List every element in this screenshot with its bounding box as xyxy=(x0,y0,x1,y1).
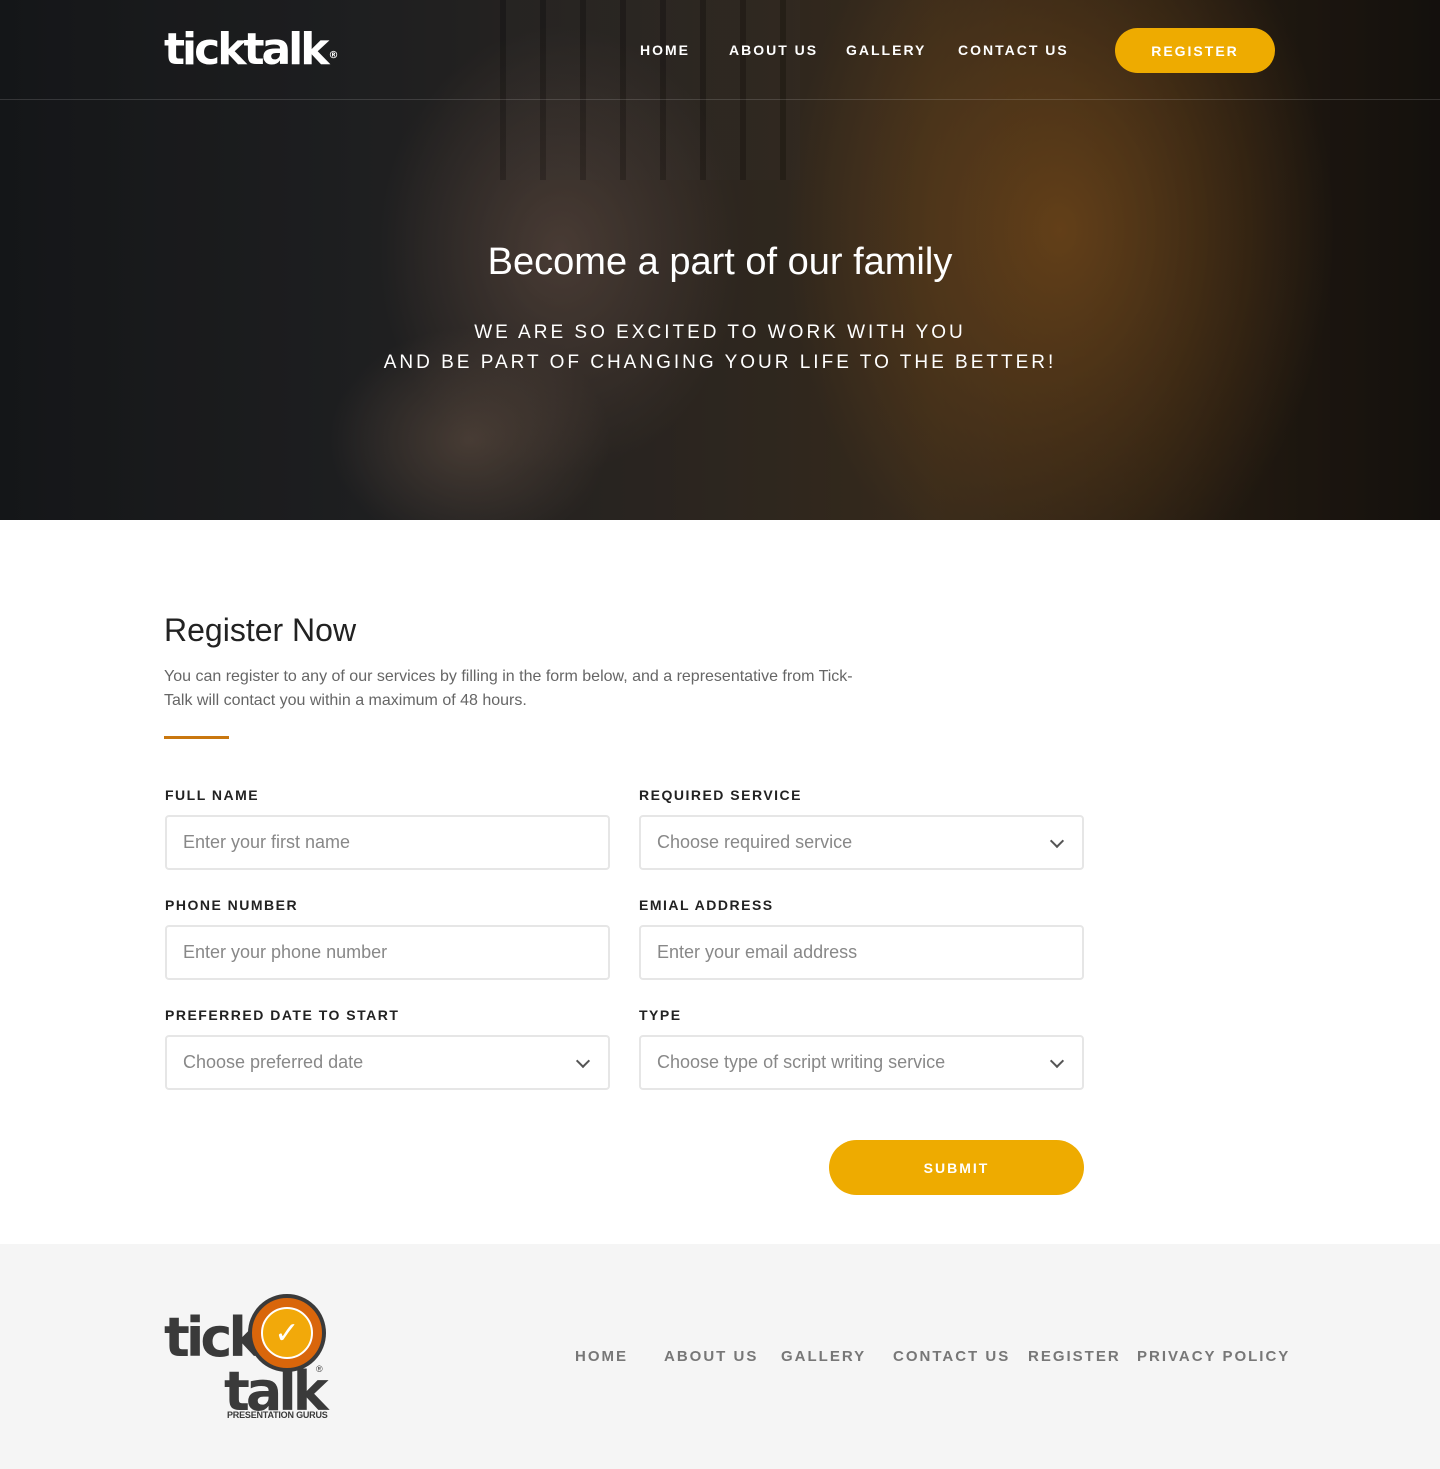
footer-logo-reg: ® xyxy=(316,1364,323,1374)
email-address-label: EMIAL ADDRESS xyxy=(639,897,774,913)
type-select[interactable]: Choose type of script writing service xyxy=(639,1035,1084,1090)
footer-logo-tick: tick xyxy=(164,1306,264,1369)
nav-home[interactable]: HOME xyxy=(640,41,690,59)
footer-logo-tagline: PRESENTATION GURUS xyxy=(227,1410,328,1420)
nav-about-us[interactable]: ABOUT US xyxy=(729,41,818,59)
nav-gallery[interactable]: GALLERY xyxy=(846,41,926,59)
nav-contact-us[interactable]: CONTACT US xyxy=(958,41,1069,59)
footer: tick ✓ talk ® PRESENTATION GURUS HOME AB… xyxy=(0,1244,1440,1469)
type-label: TYPE xyxy=(639,1007,682,1023)
chevron-down-icon xyxy=(1049,1053,1065,1069)
footer-link-privacy-policy[interactable]: PRIVACY POLICY xyxy=(1137,1348,1290,1366)
top-navigation: ticktalk ® HOME ABOUT US GALLERY CONTACT … xyxy=(0,0,1440,100)
required-service-select[interactable]: Choose required service xyxy=(639,815,1084,870)
phone-number-label: PHONE NUMBER xyxy=(165,897,299,913)
phone-number-input[interactable] xyxy=(165,925,610,980)
hero-banner: ticktalk ® HOME ABOUT US GALLERY CONTACT … xyxy=(0,0,1440,520)
preferred-date-select[interactable]: Choose preferred date xyxy=(165,1035,610,1090)
ticktalk-footer-logo[interactable]: tick ✓ talk ® PRESENTATION GURUS xyxy=(164,1294,334,1424)
full-name-label: FULL NAME xyxy=(165,787,260,803)
title-underline xyxy=(164,736,229,739)
preferred-date-label: PREFERRED DATE TO START xyxy=(165,1007,400,1023)
hero-subtitle-line-1: WE ARE SO EXCITED TO WORK WITH YOU xyxy=(474,322,966,343)
register-button[interactable]: REGISTER xyxy=(1115,28,1275,73)
required-service-placeholder: Choose required service xyxy=(657,832,853,852)
type-placeholder: Choose type of script writing service xyxy=(657,1052,946,1072)
footer-link-contact-us[interactable]: CONTACT US xyxy=(893,1348,1010,1366)
hero-title: Become a part of our family xyxy=(487,241,953,283)
footer-link-gallery[interactable]: GALLERY xyxy=(781,1348,866,1366)
hero-subtitle: WE ARE SO EXCITED TO WORK WITH YOU AND B… xyxy=(0,318,1440,378)
submit-button[interactable]: SUBMIT xyxy=(829,1140,1084,1195)
footer-link-home[interactable]: HOME xyxy=(575,1348,628,1366)
hero-subtitle-line-2: AND BE PART OF CHANGING YOUR LIFE TO THE… xyxy=(383,352,1057,373)
preferred-date-placeholder: Choose preferred date xyxy=(183,1052,364,1072)
footer-link-register[interactable]: REGISTER xyxy=(1028,1348,1121,1366)
ticktalk-logo[interactable]: ticktalk ® xyxy=(164,26,339,74)
required-service-label: REQUIRED SERVICE xyxy=(639,787,802,803)
chevron-down-icon xyxy=(1049,833,1065,849)
checkmark-icon: ✓ xyxy=(261,1307,313,1359)
register-now-title: Register Now xyxy=(164,612,357,648)
full-name-input[interactable] xyxy=(165,815,610,870)
email-address-input[interactable] xyxy=(639,925,1084,980)
footer-link-about-us[interactable]: ABOUT US xyxy=(664,1348,758,1366)
register-description: You can register to any of our services … xyxy=(164,668,853,709)
chevron-down-icon xyxy=(575,1053,591,1069)
